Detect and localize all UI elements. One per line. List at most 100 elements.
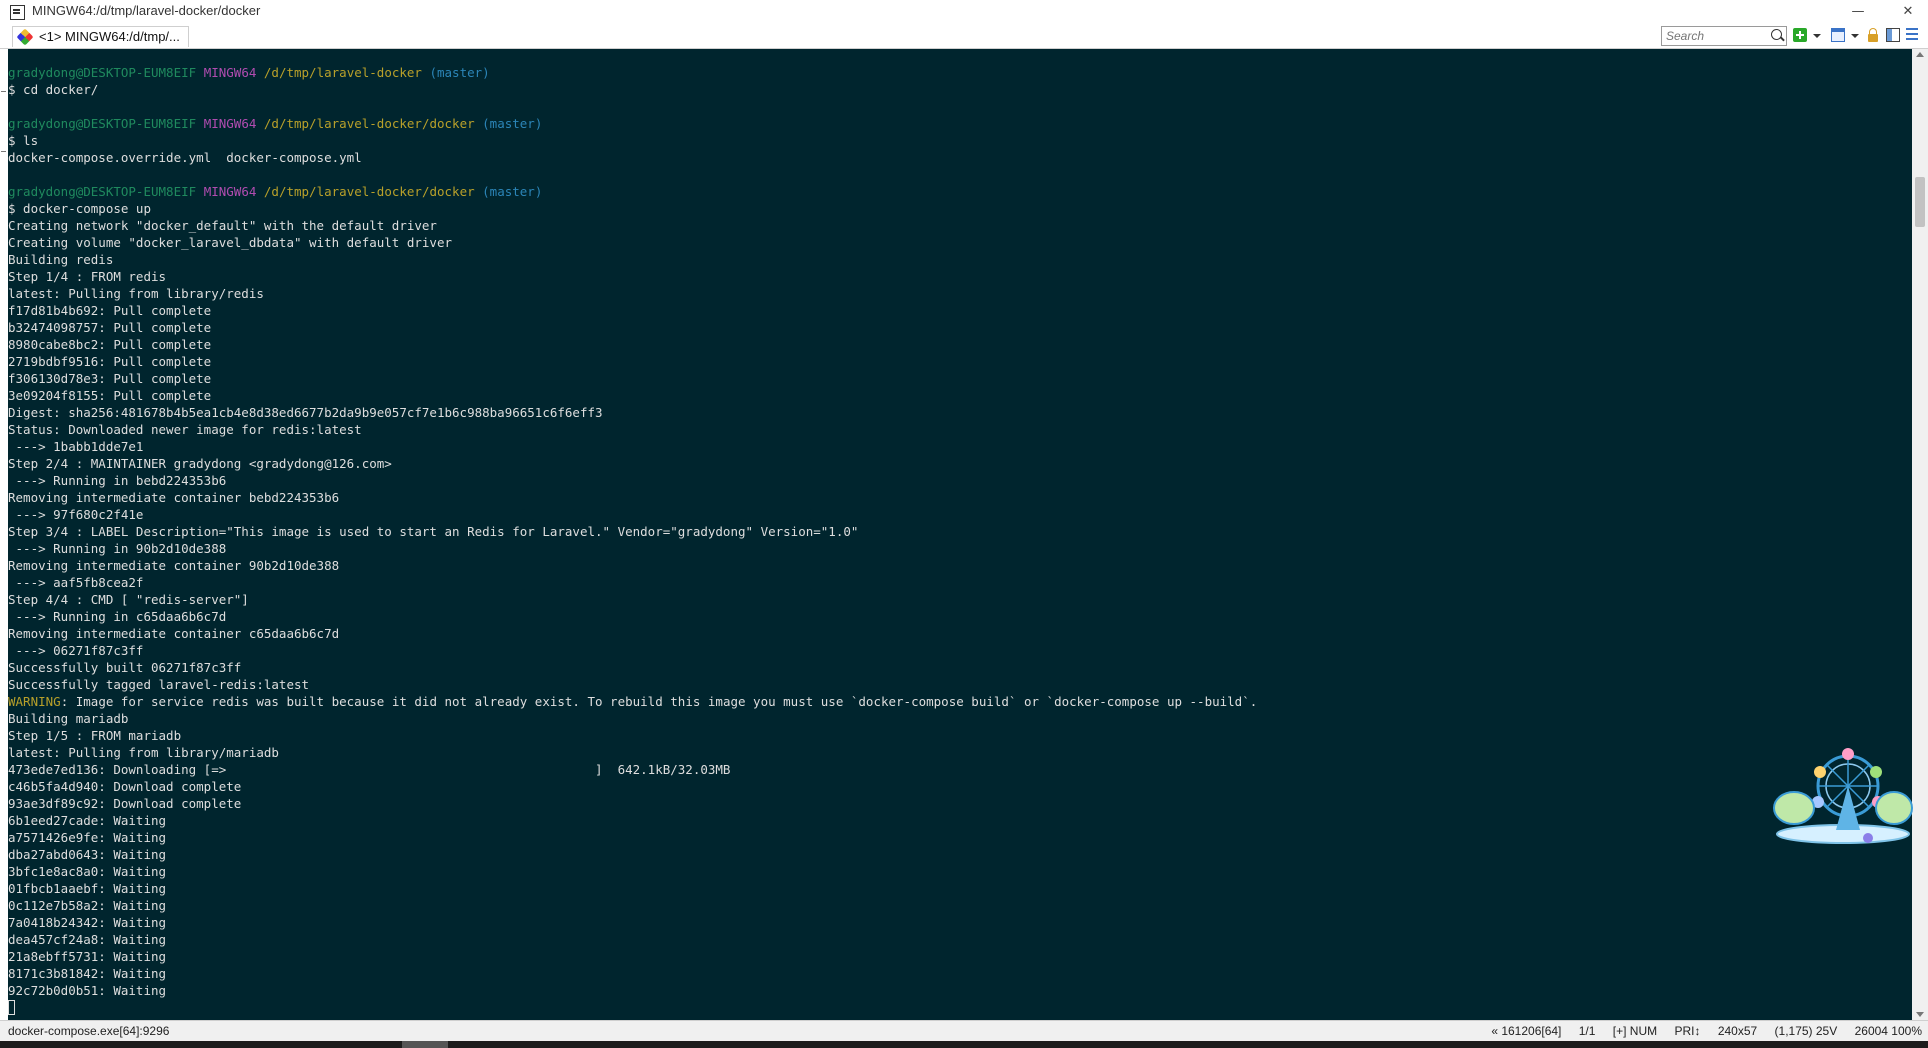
terminal-line: ---> Running in 90b2d10de388 [8,540,1257,557]
scroll-thumb[interactable] [1915,177,1925,227]
line-text: Creating volume "docker_laravel_dbdata" … [8,235,453,250]
line-text: Removing intermediate container c65daa6b… [8,626,340,641]
prompt-path: /d/tmp/laravel-docker [263,65,422,80]
prompt-user: gradydong@DESKTOP-EUM8EIF [8,116,197,131]
prompt-user: gradydong@DESKTOP-EUM8EIF [8,65,197,80]
window-titlebar[interactable]: MINGW64:/d/tmp/laravel-docker/docker — ❐… [0,0,1928,24]
terminal-line: ---> Running in c65daa6b6c7d [8,608,1257,625]
status-size: 240x57 [1717,1024,1758,1038]
prompt-host: MINGW64 [203,184,257,199]
line-text: 21a8ebff5731: Waiting [8,949,167,964]
line-text: dba27abd0643: Waiting [8,847,167,862]
add-console-icon[interactable] [1793,28,1807,42]
terminal-line: Building redis [8,251,1257,268]
search-box[interactable] [1661,26,1787,46]
line-text: ---> Running in bebd224353b6 [8,473,227,488]
terminal-line: Status: Downloaded newer image for redis… [8,421,1257,438]
terminal-line: ---> 1babb1dde7e1 [8,438,1257,455]
tab-icon [16,28,34,46]
terminal-line: 8980cabe8bc2: Pull complete [8,336,1257,353]
terminal-line: f306130d78e3: Pull complete [8,370,1257,387]
warning-line: WARNING: Image for service redis was bui… [8,693,1257,710]
window-dropdown-icon[interactable] [1851,34,1859,38]
terminal-line: a7571426e9fe: Waiting [8,829,1257,846]
terminal-line: b32474098757: Pull complete [8,319,1257,336]
search-input[interactable] [1662,28,1770,44]
line-text: Removing intermediate container bebd2243… [8,490,340,505]
line-text: 92c72b0d0b51: Waiting [8,983,167,998]
line-text: ---> Running in c65daa6b6c7d [8,609,227,624]
line-text: Step 4/4 : CMD [ "redis-server"] [8,592,249,607]
scroll-up-icon[interactable] [1916,52,1924,57]
prompt-host: MINGW64 [203,65,257,80]
status-bar: docker-compose.exe[64]:9296 « 161206[64]… [0,1020,1928,1041]
minimize-button[interactable]: — [1838,2,1878,22]
prompt-branch: (master) [482,184,543,199]
tab-console-1[interactable]: <1> MINGW64:/d/tmp/... [12,26,189,47]
line-text: a7571426e9fe: Waiting [8,830,167,845]
scroll-down-icon[interactable] [1916,1012,1924,1017]
prompt-path: /d/tmp/laravel-docker/docker [263,116,475,131]
status-buffer: 26004 100% [1854,1024,1922,1038]
tab-label: <1> MINGW64:/d/tmp/... [39,29,180,44]
terminal-line: Building mariadb [8,710,1257,727]
terminal-line: Removing intermediate container 90b2d10d… [8,557,1257,574]
line-text: Building redis [8,252,114,267]
terminal-line: ---> 97f680c2f41e [8,506,1257,523]
taskbar-item[interactable] [402,1041,448,1048]
line-text: 3bfc1e8ac8a0: Waiting [8,864,167,879]
line-text: Step 1/5 : FROM mariadb [8,728,182,743]
status-page: 1/1 [1578,1024,1596,1038]
prompt-host: MINGW64 [203,116,257,131]
menu-icon[interactable] [1906,28,1918,40]
line-text: Step 3/4 : LABEL Description="This image… [8,524,859,539]
prompt-line: gradydong@DESKTOP-EUM8EIF MINGW64 /d/tmp… [8,115,1257,132]
terminal-line: 8171c3b81842: Waiting [8,965,1257,982]
prompt-user: gradydong@DESKTOP-EUM8EIF [8,184,197,199]
line-text: 0c112e7b58a2: Waiting [8,898,167,913]
terminal-line: 7a0418b24342: Waiting [8,914,1257,931]
terminal-line: Successfully built 06271f87c3ff [8,659,1257,676]
text-cursor [8,1000,15,1015]
pane-icon[interactable] [1886,28,1900,42]
line-text: dea457cf24a8: Waiting [8,932,167,947]
line-text: $ ls [8,133,39,148]
close-button[interactable]: ✕ [1888,2,1928,22]
line-text: Digest: sha256:481678b4b5ea1cb4e8d38ed66… [8,405,603,420]
warning-text: : Image for service redis was built beca… [60,694,1258,709]
add-console-dropdown-icon[interactable] [1813,34,1821,38]
terminal-line: Step 2/4 : MAINTAINER gradydong <gradydo… [8,455,1257,472]
terminal-line: latest: Pulling from library/redis [8,285,1257,302]
prompt-branch: (master) [482,116,543,131]
lock-icon[interactable] [1868,28,1878,42]
line-text: ---> 06271f87c3ff [8,643,144,658]
vertical-scrollbar[interactable] [1912,49,1928,1020]
status-pos: « 161206[64] [1491,1024,1562,1038]
terminal-line: $ docker-compose up [8,200,1257,217]
terminal-console[interactable]: gradydong@DESKTOP-EUM8EIF MINGW64 /d/tmp… [8,49,1912,1020]
terminal-line [8,999,1257,1016]
terminal-line: ---> aaf5fb8cea2f [8,574,1257,591]
terminal-line: 92c72b0d0b51: Waiting [8,982,1257,999]
line-text: 7a0418b24342: Waiting [8,915,167,930]
line-text: f17d81b4b692: Pull complete [8,303,212,318]
line-text: $ docker-compose up [8,201,151,216]
line-text: latest: Pulling from library/mariadb [8,745,279,760]
terminal-line: Step 1/5 : FROM mariadb [8,727,1257,744]
line-text: Step 1/4 : FROM redis [8,269,167,284]
terminal-line: latest: Pulling from library/mariadb [8,744,1257,761]
terminal-line: Step 3/4 : LABEL Description="This image… [8,523,1257,540]
app-icon[interactable] [10,5,25,20]
search-icon[interactable] [1771,29,1782,40]
line-text: docker-compose.override.yml docker-compo… [8,150,362,165]
line-text: Removing intermediate container 90b2d10d… [8,558,340,573]
window-icon[interactable] [1831,28,1845,42]
line-text: c46b5fa4d940: Download complete [8,779,242,794]
line-text: Building mariadb [8,711,129,726]
terminal-line: dba27abd0643: Waiting [8,846,1257,863]
line-text: ---> 97f680c2f41e [8,507,144,522]
terminal-line: docker-compose.override.yml docker-compo… [8,149,1257,166]
line-text: 93ae3df89c92: Download complete [8,796,242,811]
prompt-path: /d/tmp/laravel-docker/docker [263,184,475,199]
